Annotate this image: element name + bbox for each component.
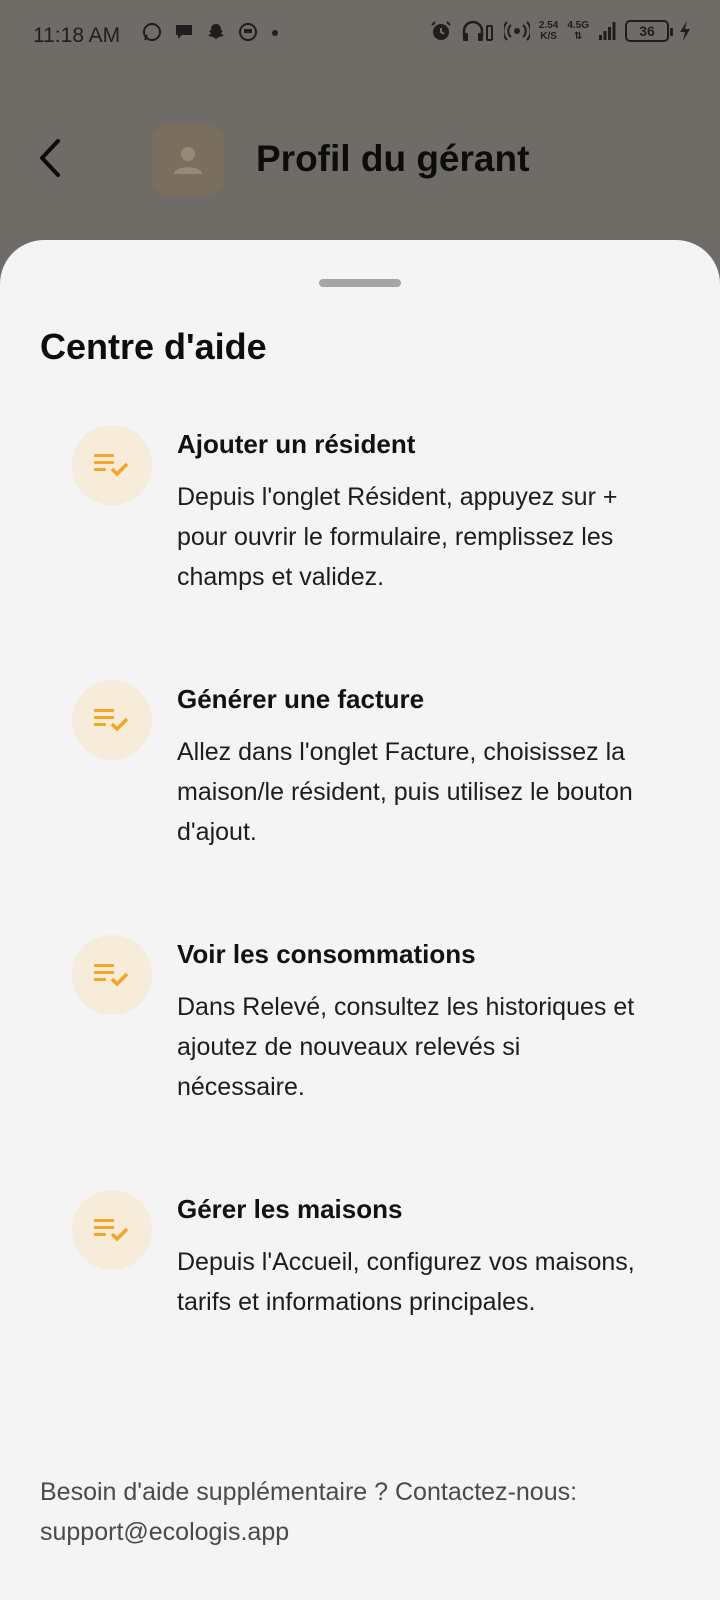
net-speed-value: 2.54: [538, 20, 559, 31]
whatsapp-icon: [143, 23, 161, 41]
person-icon: [174, 147, 202, 174]
help-item-description: Depuis l'Accueil, configurez vos maisons…: [177, 1248, 635, 1316]
net-speed-unit: K/S: [540, 31, 557, 42]
network-type-label: 4.5G: [567, 20, 589, 31]
battery-level: 36: [639, 23, 655, 39]
help-item-title: Voir les consommations: [177, 939, 476, 969]
notification-icons: [142, 22, 280, 42]
status-time: 11:18 AM: [33, 24, 121, 47]
snapchat-icon: [208, 24, 224, 39]
battery-indicator: 36: [625, 20, 673, 42]
back-button[interactable]: [36, 130, 76, 186]
support-contact-text: Besoin d'aide supplémentaire ? Contactez…: [40, 1478, 578, 1546]
drag-handle[interactable]: [319, 279, 401, 287]
checklist-icon: [72, 935, 152, 1015]
status-bar: 11:18 AM 2.54 K/S 4.5G ⇅ 36: [0, 0, 720, 72]
avatar[interactable]: [152, 124, 224, 196]
charging-icon: [680, 21, 690, 41]
alarm-icon: [431, 21, 451, 40]
back-arrow-icon: [40, 139, 60, 177]
dot-icon: [272, 30, 278, 36]
signal-icon: [599, 22, 616, 40]
page-title: Profil du gérant: [256, 138, 530, 179]
help-center-sheet: Centre d'aide Ajouter un résident Depuis…: [0, 240, 720, 1600]
help-item-title: Générer une facture: [177, 684, 425, 714]
checklist-icon: [72, 680, 152, 760]
headphones-icon: [462, 20, 493, 41]
help-item-description: Dans Relevé, consultez les historiques e…: [177, 993, 635, 1101]
app-icon: [239, 23, 257, 41]
chat-icon: [176, 25, 192, 39]
hotspot-icon: [503, 21, 530, 41]
checklist-icon: [72, 425, 152, 505]
help-item-title: Ajouter un résident: [177, 429, 416, 459]
system-icons: 2.54 K/S 4.5G ⇅ 36: [430, 20, 692, 42]
network-type: 4.5G ⇅: [567, 20, 589, 42]
checklist-icon: [72, 1190, 152, 1270]
app-header: Profil du gérant: [0, 100, 720, 220]
help-item-title: Gérer les maisons: [177, 1194, 403, 1224]
help-item-description: Depuis l'onglet Résident, appuyez sur + …: [177, 483, 618, 591]
sheet-title: Centre d'aide: [40, 326, 267, 367]
net-speed: 2.54 K/S: [539, 20, 558, 42]
help-item-description: Allez dans l'onglet Facture, choisissez …: [177, 738, 633, 846]
data-arrows-icon: ⇅: [573, 31, 583, 42]
